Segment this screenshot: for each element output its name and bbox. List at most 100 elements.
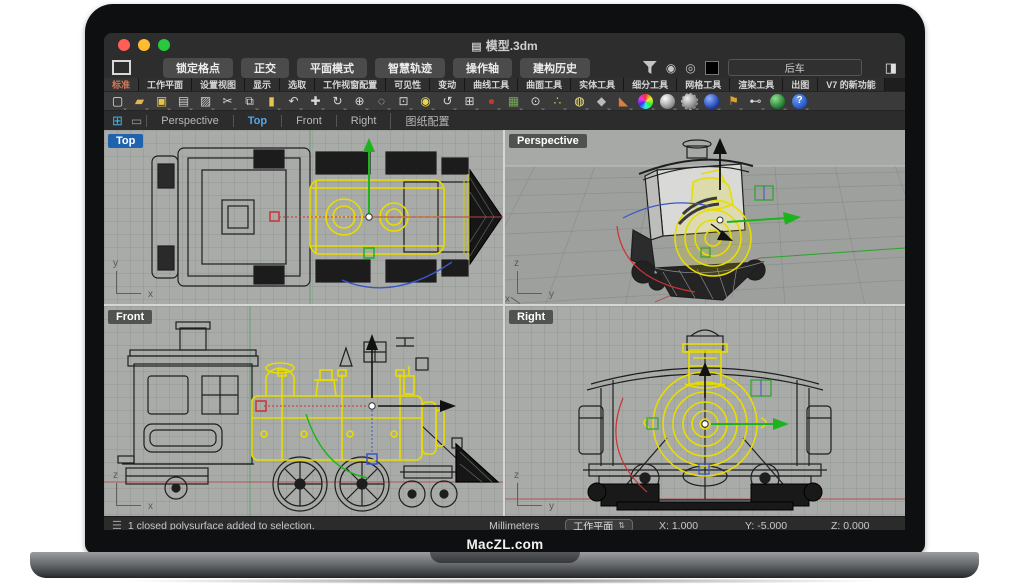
hierarchy-icon[interactable]: ⊷ bbox=[748, 94, 763, 109]
ribbon-tab[interactable]: 网格工具 bbox=[677, 78, 730, 91]
mode-toggle-button[interactable]: 平面模式 bbox=[297, 58, 367, 78]
color-wheel-icon[interactable] bbox=[638, 94, 653, 109]
print-icon[interactable]: ▤ bbox=[176, 94, 191, 109]
earth-icon[interactable] bbox=[770, 94, 785, 109]
lock-icon[interactable]: ◆ bbox=[594, 94, 609, 109]
laptop-shadow bbox=[120, 578, 890, 584]
history-list-icon[interactable]: ☰ bbox=[112, 519, 122, 530]
mode-toggle-button[interactable]: 操作轴 bbox=[453, 58, 512, 78]
ribbon-tab[interactable]: 细分工具 bbox=[624, 78, 677, 91]
coord-y[interactable]: Y: -5.000 bbox=[745, 520, 805, 531]
mode-toggle-button[interactable]: 锁定格点 bbox=[163, 58, 233, 78]
filter-input[interactable] bbox=[728, 59, 862, 76]
ribbon-tab[interactable]: 变动 bbox=[430, 78, 465, 91]
undo-icon[interactable]: ↶ bbox=[286, 94, 301, 109]
selection-filter-icon[interactable] bbox=[643, 61, 657, 74]
viewport-tab[interactable]: 图纸配置 bbox=[390, 113, 463, 129]
pan-hand-icon[interactable]: ✚ bbox=[308, 94, 323, 109]
record-dot-icon[interactable]: ◉ bbox=[666, 62, 676, 74]
model-front-view[interactable] bbox=[104, 306, 503, 516]
copy-icon[interactable]: ⧉ bbox=[242, 94, 257, 109]
color-swatch[interactable] bbox=[705, 61, 719, 75]
mode-toggles: 锁定格点正交平面模式智慧轨迹操作轴建构历史 bbox=[163, 58, 598, 78]
viewport-top-label[interactable]: Top bbox=[108, 134, 143, 148]
four-viewport-icon[interactable]: ⊞ bbox=[112, 113, 123, 129]
coord-x[interactable]: X: 1.000 bbox=[659, 520, 719, 531]
material-sphere-icon[interactable] bbox=[704, 94, 719, 109]
ribbon-tab[interactable]: 可见性 bbox=[386, 78, 430, 91]
viewport-tab[interactable]: Right bbox=[336, 115, 391, 127]
viewport-tab[interactable]: Perspective bbox=[146, 115, 232, 127]
status-message: 1 closed polysurface added to selection. bbox=[128, 520, 315, 531]
help-icon[interactable]: ? bbox=[792, 94, 807, 109]
save-icon[interactable]: ▣ bbox=[154, 94, 169, 109]
mode-toggle-button[interactable]: 正交 bbox=[241, 58, 289, 78]
ribbon-tab[interactable]: 渲染工具 bbox=[730, 78, 783, 91]
viewport-right[interactable]: Right bbox=[505, 306, 905, 516]
zoom-dynamic-icon[interactable]: ◌ bbox=[374, 94, 389, 109]
ribbon-tab[interactable]: V7 的新功能 bbox=[818, 78, 885, 91]
cplane-dropdown[interactable]: 工作平面 ⇅ bbox=[565, 519, 633, 530]
zoom-extents-icon[interactable]: ↺ bbox=[440, 94, 455, 109]
axis-indicator-right: z y bbox=[517, 483, 542, 506]
viewport-top[interactable]: Top bbox=[104, 130, 503, 304]
coord-z[interactable]: Z: 0.000 bbox=[831, 520, 891, 531]
status-bar: ☰ 1 closed polysurface added to selectio… bbox=[104, 516, 905, 530]
zoom-selected-icon[interactable]: ◉ bbox=[418, 94, 433, 109]
sidebar-toggle-icon[interactable]: ◨ bbox=[885, 61, 897, 74]
car-icon[interactable]: ● bbox=[484, 94, 499, 109]
viewport-tabs: PerspectiveTopFrontRight图纸配置 bbox=[146, 113, 463, 129]
map-icon[interactable]: ▦ bbox=[506, 94, 521, 109]
zoom-window-icon[interactable]: ⊡ bbox=[396, 94, 411, 109]
ribbon-tab[interactable]: 曲面工具 bbox=[518, 78, 571, 91]
light-icon[interactable]: ◍ bbox=[572, 94, 587, 109]
viewport-tab[interactable]: Top bbox=[233, 115, 281, 127]
new-file-icon[interactable]: ▢ bbox=[110, 94, 125, 109]
ribbon-tab[interactable]: 曲线工具 bbox=[465, 78, 518, 91]
document-icon: ▤ bbox=[471, 41, 481, 53]
zoom-in-icon[interactable]: ⊕ bbox=[352, 94, 367, 109]
mode-toggle-button[interactable]: 建构历史 bbox=[520, 58, 590, 78]
viewport-layout-icon[interactable]: ⊞ bbox=[462, 94, 477, 109]
paste-icon[interactable]: ▮ bbox=[264, 94, 279, 109]
ribbon-tab[interactable]: 工作视窗配置 bbox=[315, 78, 386, 91]
axis-indicator-perspective: z y x bbox=[517, 271, 542, 294]
quickbar-right: ◉ ◎ ◨ bbox=[643, 59, 897, 76]
ribbon-tab[interactable]: 出图 bbox=[783, 78, 818, 91]
cplane-icon[interactable]: ⊙ bbox=[528, 94, 543, 109]
titlebar: ▤模型.3dm bbox=[104, 33, 905, 57]
laptop-brand-text: MacZL.com bbox=[85, 537, 925, 552]
model-right-view[interactable] bbox=[505, 306, 905, 516]
points-icon[interactable]: ∴ bbox=[550, 94, 565, 109]
single-viewport-icon[interactable]: ▭ bbox=[131, 114, 142, 128]
viewport-front[interactable]: Front bbox=[104, 306, 503, 516]
model-top-view[interactable] bbox=[104, 130, 503, 304]
viewport-area: Top bbox=[104, 130, 905, 516]
viewport-perspective-label[interactable]: Perspective bbox=[509, 134, 587, 148]
rotate-view-icon[interactable]: ↻ bbox=[330, 94, 345, 109]
render-sphere-icon[interactable] bbox=[660, 94, 675, 109]
units-label[interactable]: Millimeters bbox=[489, 520, 539, 531]
status-right: Millimeters 工作平面 ⇅ X: 1.000 Y: -5.000 Z:… bbox=[489, 519, 891, 530]
ribbon-tab[interactable]: 显示 bbox=[245, 78, 280, 91]
panel-icon[interactable] bbox=[112, 60, 131, 75]
model-perspective-view[interactable] bbox=[505, 130, 905, 304]
shaded-view-icon[interactable]: ◣ bbox=[616, 94, 631, 109]
ribbon-tab[interactable]: 设置视图 bbox=[192, 78, 245, 91]
open-file-icon[interactable]: ▰ bbox=[132, 94, 147, 109]
render-region-icon[interactable] bbox=[682, 94, 697, 109]
ribbon-tab[interactable]: 标准 bbox=[104, 78, 139, 91]
flag-icon[interactable]: ⚑ bbox=[726, 94, 741, 109]
viewport-right-label[interactable]: Right bbox=[509, 310, 553, 324]
ribbon-tab[interactable]: 实体工具 bbox=[571, 78, 624, 91]
axis-indicator-front: z x bbox=[116, 483, 141, 506]
viewport-front-label[interactable]: Front bbox=[108, 310, 152, 324]
annotate-page-icon[interactable]: ▨ bbox=[198, 94, 213, 109]
viewport-tab[interactable]: Front bbox=[281, 115, 336, 127]
viewport-perspective[interactable]: Perspective bbox=[505, 130, 905, 304]
ribbon-tab[interactable]: 工作平面 bbox=[139, 78, 192, 91]
ribbon-tab[interactable]: 选取 bbox=[280, 78, 315, 91]
target-circle-icon[interactable]: ◎ bbox=[685, 62, 695, 74]
cut-icon[interactable]: ✂ bbox=[220, 94, 235, 109]
mode-toggle-button[interactable]: 智慧轨迹 bbox=[375, 58, 445, 78]
